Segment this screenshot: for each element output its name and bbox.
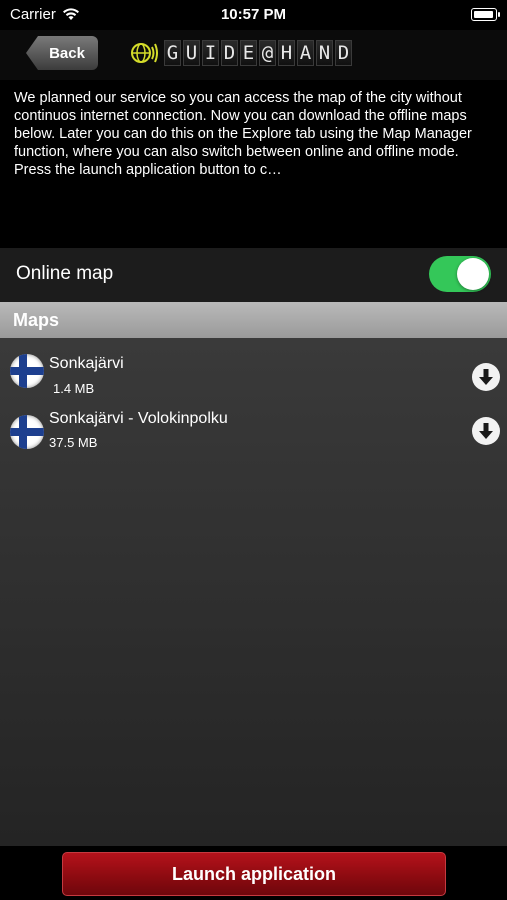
logo-letter: @ xyxy=(259,40,276,66)
maps-list: Sonkajärvi 1.4 MB Sonkajärvi - Volokinpo… xyxy=(0,338,507,846)
map-size: 37.5 MB xyxy=(49,435,98,450)
finland-flag-icon xyxy=(10,415,44,449)
back-button[interactable]: Back xyxy=(26,36,98,70)
intro-text: We planned our service so you can access… xyxy=(14,90,472,178)
map-name: Sonkajärvi xyxy=(49,355,124,372)
map-list-item[interactable]: Sonkajärvi 1.4 MB xyxy=(0,346,507,404)
logo-letter: D xyxy=(335,40,352,66)
logo-wordmark: G U I D E @ H A N D xyxy=(164,40,352,66)
battery-icon xyxy=(471,8,500,21)
logo-letter: H xyxy=(278,40,295,66)
nav-bar: Back G U I D E @ H A N D xyxy=(0,30,507,80)
status-bar: Carrier 10:57 PM xyxy=(0,0,507,30)
bottom-bar: Launch application xyxy=(0,846,507,900)
map-size: 1.4 MB xyxy=(53,381,95,396)
download-arrow-icon xyxy=(479,423,493,439)
logo-letter: E xyxy=(240,40,257,66)
online-map-toggle[interactable] xyxy=(429,256,491,292)
maps-section-header: Maps xyxy=(0,302,507,338)
logo-letter: G xyxy=(164,40,181,66)
logo-letter: D xyxy=(221,40,238,66)
map-list-item[interactable]: Sonkajärvi - Volokinpolku 37.5 MB xyxy=(0,407,507,465)
download-arrow-icon xyxy=(479,369,493,385)
toggle-knob xyxy=(457,258,489,290)
logo-letter: A xyxy=(297,40,314,66)
guide-at-hand-logo: G U I D E @ H A N D xyxy=(130,38,352,68)
globe-sound-icon xyxy=(131,43,158,63)
logo-letter: N xyxy=(316,40,333,66)
battery-level xyxy=(473,10,493,18)
online-map-label: Online map xyxy=(16,263,114,284)
download-icon[interactable] xyxy=(472,363,500,391)
finland-flag-icon xyxy=(10,354,44,388)
download-icon[interactable] xyxy=(472,417,500,445)
launch-application-button[interactable]: Launch application xyxy=(62,852,446,896)
map-name: Sonkajärvi - Volokinpolku xyxy=(49,410,228,427)
online-map-row: Online map xyxy=(0,248,507,302)
status-time: 10:57 PM xyxy=(220,6,287,23)
logo-letter: I xyxy=(202,40,219,66)
intro-panel: We planned our service so you can access… xyxy=(0,80,507,248)
logo-letter: U xyxy=(183,40,200,66)
